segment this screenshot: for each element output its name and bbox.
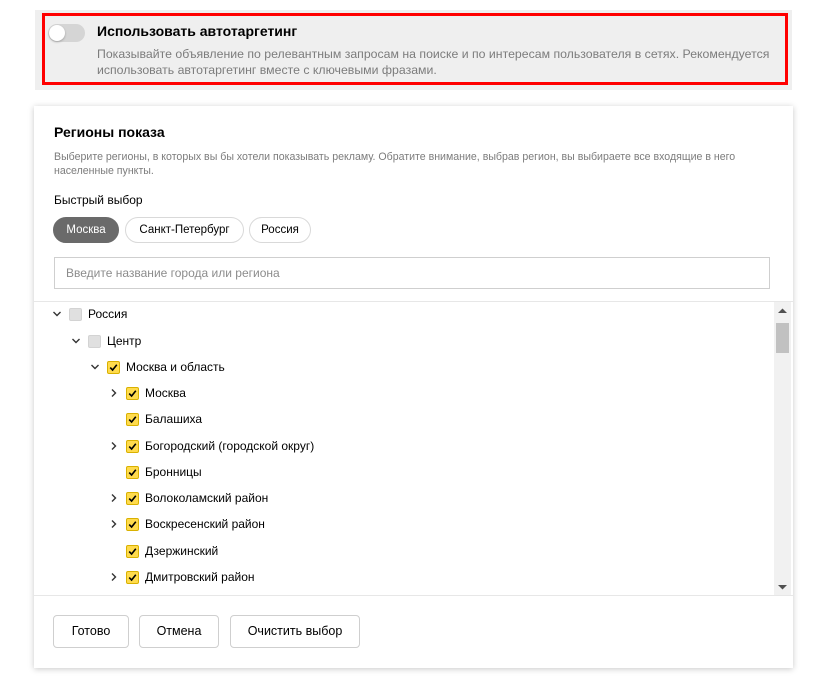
tree-row[interactable]: Бронницы <box>108 462 202 482</box>
chevron-down-icon[interactable] <box>70 335 82 347</box>
chevron-right-icon[interactable] <box>108 387 120 399</box>
chevron-placeholder <box>108 466 120 478</box>
region-checkbox[interactable] <box>126 570 139 584</box>
cancel-button[interactable]: Отмена <box>139 615 219 648</box>
chevron-right-icon[interactable] <box>108 492 120 504</box>
region-checkbox[interactable] <box>126 517 139 531</box>
tree-bottom-divider <box>34 595 793 596</box>
region-checkbox[interactable] <box>126 439 139 453</box>
checkmark-icon <box>128 547 137 555</box>
tree-row[interactable]: Центр <box>70 331 141 351</box>
region-checkbox[interactable] <box>126 491 139 505</box>
tree-row[interactable]: Дзержинский <box>108 541 218 561</box>
chevron-placeholder <box>108 413 120 425</box>
checkmark-icon <box>128 468 137 476</box>
done-button[interactable]: Готово <box>53 615 129 648</box>
regions-dialog: Регионы показа Выберите регионы, в котор… <box>34 106 793 668</box>
tree-row[interactable]: Волоколамский район <box>108 488 268 508</box>
regions-title: Регионы показа <box>54 124 165 140</box>
chevron-placeholder <box>108 545 120 557</box>
tree-row[interactable]: Москва <box>108 383 186 403</box>
highlight-frame <box>42 13 788 85</box>
chevron-right-icon[interactable] <box>108 440 120 452</box>
tree-row[interactable]: Москва и область <box>89 357 225 377</box>
checkmark-icon <box>128 494 137 502</box>
chevron-down-icon[interactable] <box>51 308 63 320</box>
region-label: Балашиха <box>145 412 203 426</box>
region-label: Дмитровский район <box>145 570 255 584</box>
tree-row[interactable]: Россия <box>51 304 127 324</box>
scroll-down-arrow-icon[interactable] <box>774 578 791 595</box>
region-checkbox[interactable] <box>88 334 101 348</box>
checkmark-icon <box>128 442 137 450</box>
regions-description: Выберите регионы, в которых вы бы хотели… <box>54 151 736 177</box>
region-label: Дзержинский <box>145 544 219 558</box>
scroll-up-arrow-icon[interactable] <box>774 302 791 319</box>
checkmark-icon <box>109 363 118 371</box>
region-label: Москва и область <box>126 360 225 374</box>
chevron-down-icon[interactable] <box>89 361 101 373</box>
quick-select-label: Быстрый выбор <box>54 193 143 207</box>
region-search-input[interactable] <box>54 257 770 289</box>
chip-russia[interactable]: Россия <box>249 217 311 243</box>
tree-row[interactable]: Балашиха <box>108 409 202 429</box>
region-checkbox[interactable] <box>126 465 139 479</box>
region-label: Россия <box>88 307 128 321</box>
scrollbar-thumb[interactable] <box>776 323 789 353</box>
region-label: Воскресенский район <box>145 517 265 531</box>
chevron-right-icon[interactable] <box>108 571 120 583</box>
region-checkbox[interactable] <box>126 412 139 426</box>
checkmark-icon <box>128 389 137 397</box>
region-label: Волоколамский район <box>145 491 269 505</box>
tree-row[interactable]: Воскресенский район <box>108 514 265 534</box>
chip-moscow[interactable]: Москва <box>53 217 119 243</box>
region-tree: Россия Центр Москва и область Москва Балаших… <box>34 302 793 595</box>
chip-saint-petersburg[interactable]: Санкт-Петербург <box>125 217 244 243</box>
region-checkbox[interactable] <box>126 544 139 558</box>
checkmark-icon <box>128 415 137 423</box>
region-checkbox[interactable] <box>69 307 82 321</box>
region-label: Москва <box>145 386 186 400</box>
region-label: Центр <box>107 334 142 348</box>
region-label: Бронницы <box>145 465 202 479</box>
checkmark-icon <box>128 520 137 528</box>
tree-scrollbar[interactable] <box>774 302 791 595</box>
tree-row[interactable]: Богородский (городской округ) <box>108 436 314 456</box>
region-checkbox[interactable] <box>107 360 120 374</box>
clear-selection-button[interactable]: Очистить выбор <box>230 615 360 648</box>
checkmark-icon <box>128 573 137 581</box>
chevron-right-icon[interactable] <box>108 518 120 530</box>
tree-row[interactable]: Дмитровский район <box>108 567 255 587</box>
region-label: Богородский (городской округ) <box>145 439 315 453</box>
region-checkbox[interactable] <box>126 386 139 400</box>
